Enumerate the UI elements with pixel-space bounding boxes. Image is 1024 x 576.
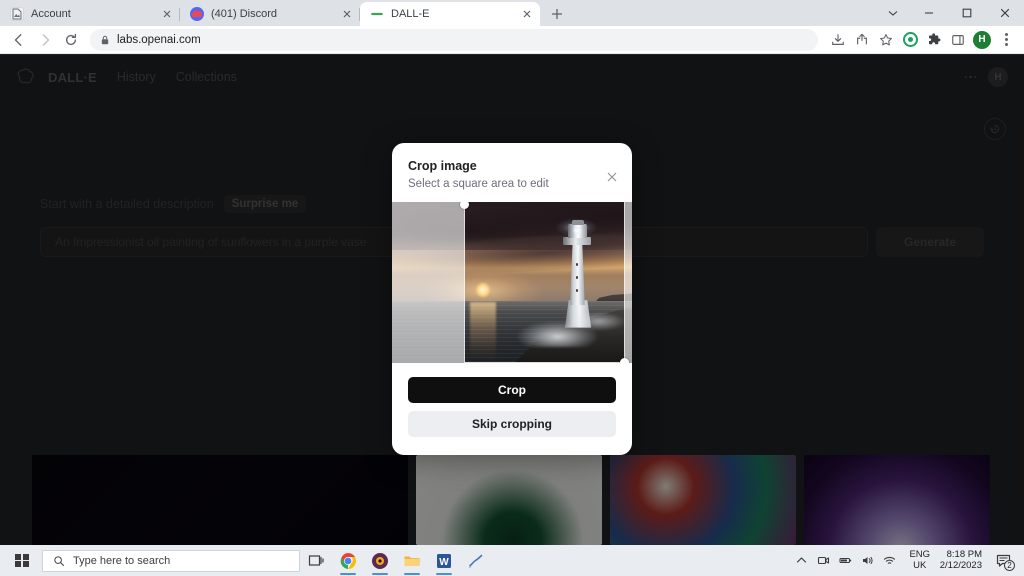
browser-tab-strip: Account (401) Discord DALL-E	[0, 0, 1024, 26]
task-view-icon[interactable]	[300, 545, 332, 576]
volume-icon[interactable]	[858, 545, 878, 576]
chevron-down-icon[interactable]	[876, 0, 910, 26]
tab-title: DALL-E	[391, 8, 430, 20]
clock-time: 8:18 PM	[946, 548, 982, 560]
reload-icon[interactable]	[58, 27, 84, 53]
address-text: labs.openai.com	[117, 33, 201, 46]
sidepanel-icon[interactable]	[946, 28, 970, 52]
browser-tab-dalle[interactable]: DALL-E	[360, 2, 540, 26]
dalle-icon	[370, 7, 384, 21]
taskbar-search-input[interactable]: Type here to search	[42, 549, 300, 572]
discord-icon	[190, 7, 204, 21]
language-line-1: ENG	[909, 548, 931, 560]
window-controls	[876, 0, 1024, 26]
lock-icon	[100, 35, 110, 45]
language-indicator[interactable]: ENG UK	[906, 548, 934, 572]
chrome-menu-kebab-icon[interactable]	[994, 28, 1018, 52]
system-tray: ENG UK 8:18 PM 2/12/2023 2	[792, 545, 1020, 576]
browser-tab-discord[interactable]: (401) Discord	[180, 2, 360, 26]
maximize-button[interactable]	[948, 0, 986, 26]
media-player-icon[interactable]	[364, 545, 396, 576]
crop-handle-bottom-right[interactable]	[620, 358, 629, 363]
windows-taskbar: Type here to search W ENG UK 8:18 PM 2/1…	[0, 545, 1024, 576]
browser-toolbar: labs.openai.com H	[0, 26, 1024, 54]
modal-actions: Crop Skip cropping	[392, 363, 632, 453]
windows-start-icon[interactable]	[4, 545, 40, 576]
close-icon[interactable]	[519, 7, 534, 22]
screen: Account (401) Discord DALL-E labs.openai…	[0, 0, 1024, 576]
crop-dim-right	[625, 202, 632, 363]
browser-tab-account[interactable]: Account	[0, 2, 180, 26]
close-icon[interactable]	[604, 169, 620, 185]
bookmark-star-icon[interactable]	[874, 28, 898, 52]
address-bar[interactable]: labs.openai.com	[90, 28, 818, 51]
svg-text:W: W	[439, 557, 449, 568]
tab-title: (401) Discord	[211, 8, 278, 20]
skip-cropping-button[interactable]: Skip cropping	[408, 411, 616, 437]
forward-icon[interactable]	[32, 27, 58, 53]
crop-handle-top-left[interactable]	[460, 202, 469, 209]
grammarly-icon[interactable]	[898, 28, 922, 52]
tab-title: Account	[31, 8, 71, 20]
crop-button[interactable]: Crop	[408, 377, 616, 403]
modal-title: Crop image	[408, 159, 477, 173]
paint-icon[interactable]	[460, 545, 492, 576]
language-line-2: UK	[913, 559, 927, 571]
clock-date: 2/12/2023	[939, 559, 982, 571]
file-explorer-icon[interactable]	[396, 545, 428, 576]
battery-icon[interactable]	[836, 545, 856, 576]
word-icon[interactable]: W	[428, 545, 460, 576]
notifications-icon[interactable]: 2	[990, 545, 1016, 576]
close-window-button[interactable]	[986, 0, 1024, 26]
extensions-puzzle-icon[interactable]	[922, 28, 946, 52]
install-icon[interactable]	[826, 28, 850, 52]
document-icon	[10, 7, 24, 21]
share-icon[interactable]	[850, 28, 874, 52]
crop-stage[interactable]	[392, 202, 632, 363]
clock[interactable]: 8:18 PM 2/12/2023	[939, 548, 982, 572]
minimize-button[interactable]	[910, 0, 948, 26]
crop-image-modal: Crop image Select a square area to edit	[392, 143, 632, 455]
chevron-up-icon[interactable]	[792, 545, 812, 576]
taskbar-search-placeholder: Type here to search	[73, 554, 171, 567]
profile-avatar[interactable]: H	[970, 28, 994, 52]
new-tab-button[interactable]	[544, 2, 570, 26]
notification-count-badge: 2	[1004, 560, 1015, 571]
modal-header: Crop image Select a square area to edit	[392, 143, 632, 202]
crop-selection-box[interactable]	[460, 202, 629, 363]
close-icon[interactable]	[159, 7, 174, 22]
modal-subtitle: Select a square area to edit	[408, 178, 549, 190]
back-icon[interactable]	[6, 27, 32, 53]
avatar-initial: H	[973, 30, 991, 49]
wifi-icon[interactable]	[880, 545, 900, 576]
close-icon[interactable]	[339, 7, 354, 22]
toolbar-icon-group: H	[826, 28, 1018, 52]
search-icon	[54, 555, 64, 566]
chrome-icon[interactable]	[332, 545, 364, 576]
meet-now-icon[interactable]	[814, 545, 834, 576]
crop-dim-left	[392, 202, 464, 363]
